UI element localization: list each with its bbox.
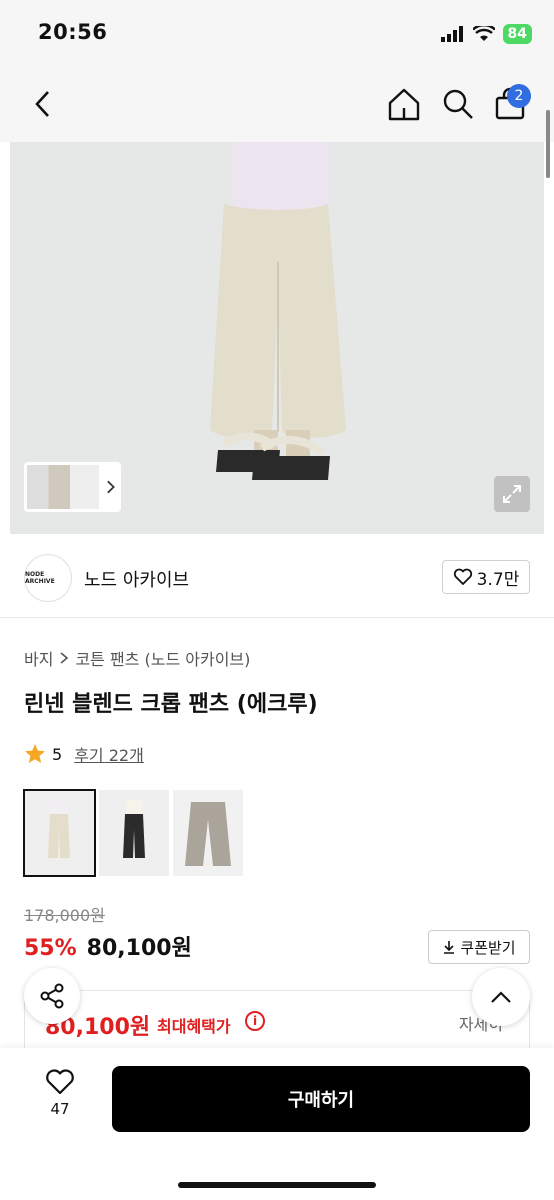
status-bar: 20:56 84 — [0, 0, 554, 66]
chevron-up-icon — [491, 991, 511, 1003]
max-benefit-box[interactable]: 80,100원 최대혜택가 i 자세히 — [24, 990, 530, 1054]
info-icon[interactable]: i — [245, 1011, 265, 1031]
cart-count-badge: 2 — [507, 84, 531, 108]
color-thumbnail — [24, 790, 95, 876]
color-option-ecru[interactable] — [23, 789, 96, 877]
signal-icon — [440, 26, 463, 42]
color-option-black[interactable] — [99, 790, 169, 876]
discount-rate: 55% — [24, 936, 77, 961]
share-button[interactable] — [24, 968, 80, 1024]
brand-logo[interactable]: NODE ARCHIVE — [24, 554, 72, 602]
home-icon — [388, 88, 420, 121]
buy-label: 구매하기 — [287, 1090, 355, 1111]
breadcrumb: 바지 코튼 팬츠 (노드 아카이브) — [24, 646, 250, 670]
status-time: 20:56 — [38, 20, 108, 44]
color-options — [23, 789, 243, 877]
chevron-right-icon — [106, 480, 115, 494]
brand-like-count: 3.7만 — [476, 569, 520, 590]
status-icons: 84 — [440, 24, 532, 44]
scrollbar[interactable] — [546, 110, 550, 178]
heart-icon — [46, 1069, 74, 1095]
download-icon — [444, 941, 455, 954]
original-price: 178,000원 — [24, 906, 105, 925]
breadcrumb-category[interactable]: 바지 — [24, 646, 53, 670]
breadcrumb-subcategory[interactable]: 코튼 팬츠 (노드 아카이브) — [75, 646, 250, 670]
chevron-right-icon — [60, 652, 69, 664]
image-gallery-thumbnails[interactable] — [24, 462, 121, 512]
gallery-thumbnail — [27, 465, 99, 509]
price-row: 55% 80,100원 — [24, 930, 192, 962]
coupon-button[interactable]: 쿠폰받기 — [428, 930, 530, 964]
wishlist-count: 47 — [50, 1100, 70, 1118]
brand-row[interactable]: NODE ARCHIVE 노드 아카이브 3.7만 — [0, 534, 554, 618]
rating-score: 5 — [52, 744, 63, 764]
color-thumbnail — [173, 790, 243, 876]
max-benefit-label: 최대혜택가 — [157, 1017, 231, 1036]
wishlist-button[interactable]: 47 — [36, 1068, 84, 1128]
scroll-to-top-button[interactable] — [472, 968, 530, 1026]
share-icon — [40, 983, 64, 1009]
chevron-left-icon — [35, 91, 49, 117]
app-header — [0, 66, 554, 142]
buy-button[interactable]: 구매하기 — [112, 1066, 530, 1132]
expand-icon — [503, 485, 521, 503]
color-option-gray[interactable] — [173, 790, 243, 876]
rating-row: 5 후기 22개 — [24, 742, 144, 766]
home-indicator — [178, 1182, 376, 1188]
sale-price: 80,100원 — [86, 936, 192, 961]
heart-icon — [453, 568, 472, 585]
brand-name[interactable]: 노드 아카이브 — [84, 566, 189, 592]
home-button[interactable] — [386, 86, 422, 122]
brand-like-button[interactable]: 3.7만 — [442, 560, 530, 594]
review-count-link[interactable]: 후기 22개 — [74, 742, 144, 766]
color-thumbnail — [99, 790, 169, 876]
search-icon — [443, 89, 473, 119]
search-button[interactable] — [440, 86, 476, 122]
back-button[interactable] — [26, 88, 58, 120]
coupon-label: 쿠폰받기 — [460, 938, 516, 957]
product-title: 린넨 블렌드 크롭 팬츠 (에크루) — [24, 692, 318, 717]
star-icon — [25, 744, 45, 763]
expand-image-button[interactable] — [494, 476, 530, 512]
bottom-action-bar: 47 구매하기 — [0, 1048, 554, 1200]
wifi-icon — [472, 26, 495, 41]
battery-icon: 84 — [502, 24, 532, 44]
